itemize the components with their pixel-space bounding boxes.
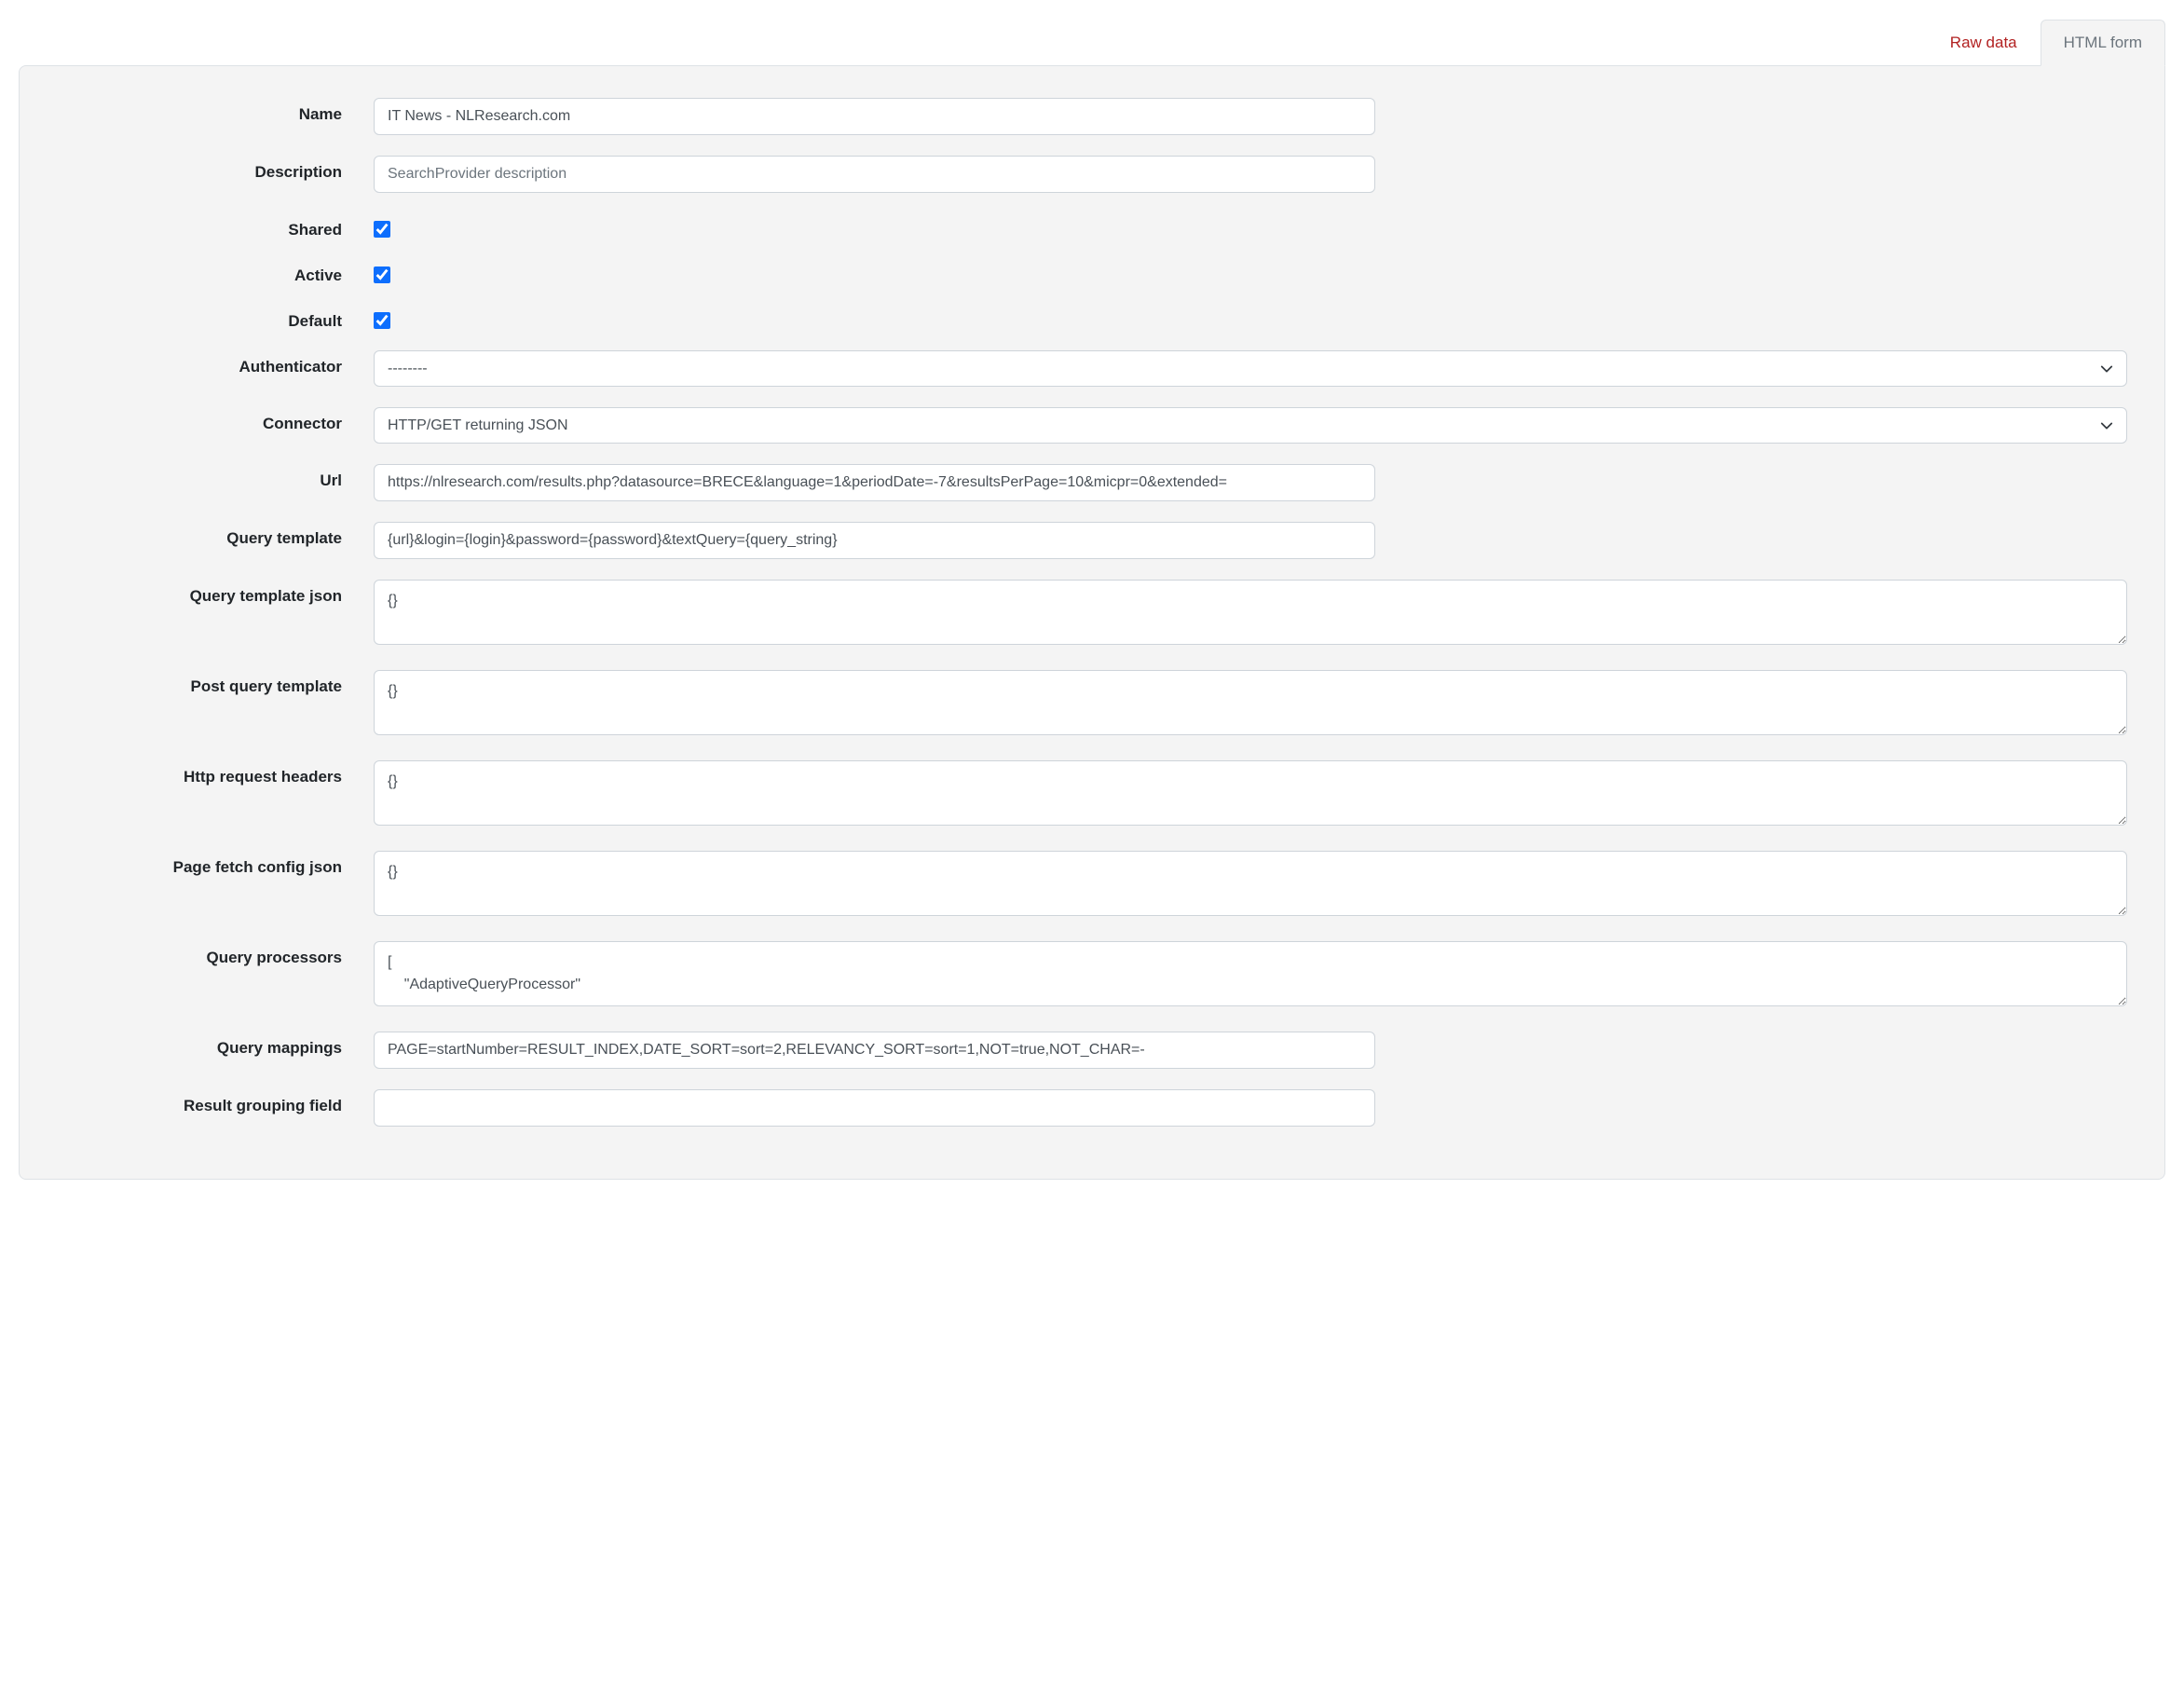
authenticator-label: Authenticator <box>57 350 374 376</box>
name-label: Name <box>57 98 374 124</box>
post-query-template-textarea[interactable] <box>374 670 2127 735</box>
url-input[interactable] <box>374 464 1375 501</box>
result-grouping-field-label: Result grouping field <box>57 1089 374 1115</box>
shared-checkbox[interactable] <box>374 221 390 238</box>
http-request-headers-label: Http request headers <box>57 760 374 786</box>
tab-html-form[interactable]: HTML form <box>2041 20 2165 66</box>
query-mappings-label: Query mappings <box>57 1032 374 1058</box>
query-template-json-label: Query template json <box>57 580 374 606</box>
active-label: Active <box>57 259 374 285</box>
url-label: Url <box>57 464 374 490</box>
description-label: Description <box>57 156 374 182</box>
authenticator-select[interactable]: -------- <box>374 350 2127 387</box>
result-grouping-field-input[interactable] <box>374 1089 1375 1127</box>
default-label: Default <box>57 305 374 331</box>
connector-label: Connector <box>57 407 374 433</box>
query-template-input[interactable] <box>374 522 1375 559</box>
tabs: Raw data HTML form <box>19 19 2165 65</box>
default-checkbox[interactable] <box>374 312 390 329</box>
name-input[interactable] <box>374 98 1375 135</box>
description-input[interactable] <box>374 156 1375 193</box>
query-template-json-textarea[interactable] <box>374 580 2127 645</box>
query-template-label: Query template <box>57 522 374 548</box>
http-request-headers-textarea[interactable] <box>374 760 2127 826</box>
active-checkbox[interactable] <box>374 266 390 283</box>
query-processors-label: Query processors <box>57 941 374 967</box>
page-fetch-config-json-textarea[interactable] <box>374 851 2127 916</box>
page-fetch-config-json-label: Page fetch config json <box>57 851 374 877</box>
tab-raw-data[interactable]: Raw data <box>1927 20 2041 66</box>
query-processors-textarea[interactable] <box>374 941 2127 1006</box>
connector-select[interactable]: HTTP/GET returning JSON <box>374 407 2127 444</box>
shared-label: Shared <box>57 213 374 239</box>
form-panel: Name Description Shared Active Default <box>19 65 2165 1180</box>
post-query-template-label: Post query template <box>57 670 374 696</box>
query-mappings-input[interactable] <box>374 1032 1375 1069</box>
